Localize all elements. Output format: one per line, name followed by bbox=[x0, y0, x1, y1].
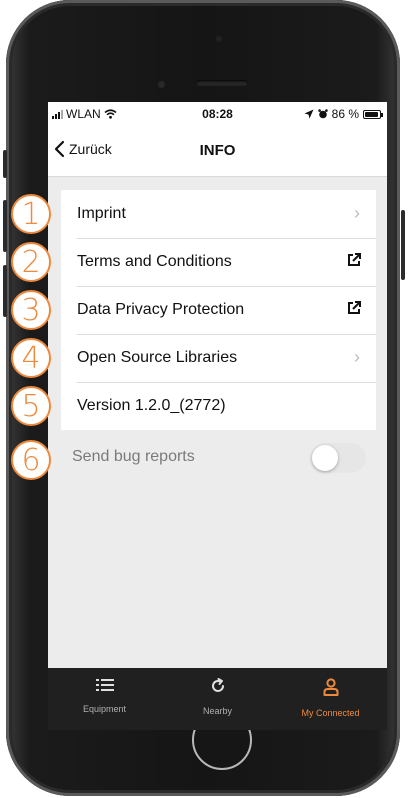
location-arrow-icon bbox=[304, 109, 314, 119]
bug-reports-toggle[interactable] bbox=[310, 443, 366, 473]
person-icon bbox=[323, 678, 338, 696]
power-button bbox=[401, 210, 405, 280]
menu-item-label: Data Privacy Protection bbox=[77, 301, 245, 318]
status-bar: WLAN 08:28 86 % bbox=[48, 102, 387, 126]
toggle-knob bbox=[312, 445, 338, 471]
tab-label: Nearby bbox=[202, 706, 232, 716]
tab-nearby[interactable]: Nearby bbox=[161, 668, 274, 730]
version-label: Version 1.2.0_(2772) bbox=[77, 397, 226, 414]
list-icon bbox=[95, 679, 114, 691]
menu-item-label: Terms and Conditions bbox=[77, 253, 232, 270]
page-title: INFO bbox=[199, 142, 236, 159]
refresh-icon bbox=[211, 678, 224, 692]
earpiece-speaker bbox=[196, 80, 248, 86]
tab-my-connected[interactable]: My Connected bbox=[274, 668, 387, 730]
tab-label: Equipment bbox=[82, 704, 127, 714]
annotation-badge-1: 1 bbox=[11, 194, 51, 234]
info-menu-list: Imprint › Terms and Conditions Data Priv… bbox=[61, 190, 376, 430]
menu-item-label: Imprint bbox=[77, 205, 126, 222]
annotation-badge-2: 2 bbox=[11, 242, 51, 282]
menu-item-data-privacy[interactable]: Data Privacy Protection bbox=[61, 286, 376, 334]
sensor-dot bbox=[216, 36, 222, 42]
battery-percent: 86 % bbox=[331, 107, 359, 121]
bug-reports-label: Send bug reports bbox=[72, 448, 195, 465]
menu-item-imprint[interactable]: Imprint › bbox=[61, 190, 376, 238]
annotation-badge-6: 6 bbox=[11, 440, 51, 480]
annotation-badge-3: 3 bbox=[11, 290, 51, 330]
front-camera bbox=[157, 80, 166, 89]
chevron-right-icon: › bbox=[354, 203, 360, 223]
volume-up-button bbox=[3, 200, 7, 252]
menu-item-open-source[interactable]: Open Source Libraries › bbox=[61, 334, 376, 382]
tab-label: My Connected bbox=[301, 708, 360, 718]
mute-switch bbox=[3, 150, 7, 178]
battery-icon bbox=[363, 109, 383, 119]
app-screen: WLAN 08:28 86 % Zurück INFO Imprint › Te… bbox=[48, 102, 387, 730]
menu-item-terms[interactable]: Terms and Conditions bbox=[61, 238, 376, 286]
menu-item-label: Open Source Libraries bbox=[77, 349, 238, 366]
navigation-bar: Zurück INFO bbox=[48, 126, 387, 177]
external-link-icon bbox=[348, 253, 361, 266]
chevron-right-icon: › bbox=[354, 347, 360, 367]
annotation-badge-5: 5 bbox=[11, 386, 51, 426]
external-link-icon bbox=[348, 301, 361, 314]
volume-down-button bbox=[3, 265, 7, 317]
tab-equipment[interactable]: Equipment bbox=[48, 668, 161, 730]
annotation-badge-4: 4 bbox=[11, 338, 51, 378]
menu-item-version: Version 1.2.0_(2772) bbox=[61, 382, 376, 430]
tab-bar: Equipment Nearby My Connected bbox=[48, 668, 387, 730]
alarm-clock-icon bbox=[317, 109, 328, 119]
